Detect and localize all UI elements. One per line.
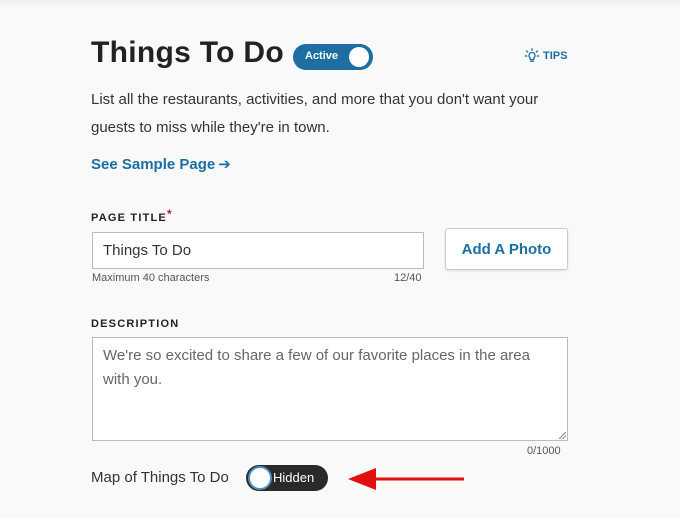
toggle-knob: [349, 47, 369, 67]
active-toggle[interactable]: Active: [293, 44, 373, 70]
page-title-counter: 12/40: [394, 272, 422, 284]
description-counter: 0/1000: [527, 445, 561, 457]
map-toggle-state: Hidden: [273, 470, 315, 485]
resize-grip-icon[interactable]: [558, 431, 566, 439]
sample-link-label: See Sample Page: [91, 155, 216, 173]
required-marker: *: [166, 207, 173, 221]
map-toggle-label: Map of Things To Do: [91, 469, 229, 486]
toggle-knob: [248, 466, 272, 490]
intro-text: List all the restaurants, activities, an…: [91, 91, 539, 136]
description-textarea[interactable]: [92, 337, 568, 441]
page-title-input[interactable]: [92, 232, 424, 269]
arrow-right-icon: ➔: [218, 156, 231, 173]
see-sample-page-link[interactable]: See Sample Page ➔: [91, 155, 231, 174]
page-title: Things To Do: [91, 36, 285, 69]
page-title-label: PAGE TITLE*: [91, 207, 173, 224]
page-title-hint: Maximum 40 characters: [92, 272, 210, 284]
page-title-label-text: PAGE TITLE: [91, 212, 167, 224]
tips-button[interactable]: TIPS: [524, 48, 567, 64]
active-toggle-label: Active: [305, 50, 339, 62]
map-visibility-toggle[interactable]: Hidden: [246, 465, 328, 491]
tips-label: TIPS: [543, 50, 568, 62]
description-label: DESCRIPTION: [91, 318, 180, 330]
add-photo-button[interactable]: Add A Photo: [445, 228, 568, 270]
annotation-arrow-icon: [348, 468, 464, 490]
top-shade: [0, 0, 680, 8]
lightbulb-icon: [524, 48, 540, 62]
